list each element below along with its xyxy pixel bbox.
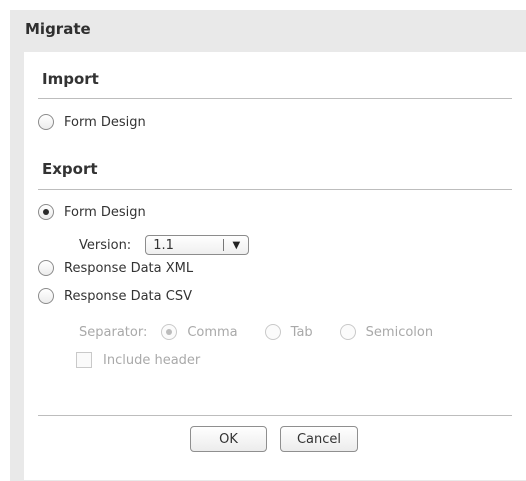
response-xml-label: Response Data XML: [64, 260, 194, 276]
footer-divider: [38, 415, 512, 416]
import-heading: Import: [42, 70, 99, 88]
separator-comma-label: Comma: [187, 324, 238, 340]
version-select-value: 1.1: [153, 237, 174, 253]
version-row: Version: 1.1 ▼: [79, 235, 250, 255]
export-form-design-radio[interactable]: [38, 204, 54, 220]
include-header-option[interactable]: Include header: [76, 352, 200, 368]
include-header-label: Include header: [103, 352, 201, 368]
export-form-design-option[interactable]: Form Design: [38, 204, 146, 220]
response-csv-radio[interactable]: [38, 288, 54, 304]
ok-button[interactable]: OK: [190, 426, 267, 452]
response-csv-label: Response Data CSV: [64, 288, 192, 304]
dialog-content: Import Form Design Export Form Design Ve…: [24, 52, 526, 480]
response-xml-radio[interactable]: [38, 260, 54, 276]
response-csv-option[interactable]: Response Data CSV: [38, 288, 192, 304]
cancel-button[interactable]: Cancel: [280, 426, 358, 452]
export-form-design-label: Form Design: [64, 204, 146, 220]
import-divider: [38, 98, 512, 99]
separator-semicolon-label: Semicolon: [365, 324, 434, 340]
separator-semicolon-radio[interactable]: [339, 324, 356, 340]
import-form-design-option[interactable]: Form Design: [38, 114, 146, 130]
migrate-dialog: Migrate Import Form Design Export Form D…: [10, 10, 526, 481]
dialog-title: Migrate: [25, 20, 91, 38]
dropdown-arrow-icon[interactable]: ▼: [232, 240, 240, 251]
select-divider: [223, 239, 225, 251]
separator-tab-radio[interactable]: [264, 324, 281, 340]
export-divider: [38, 189, 512, 190]
separator-comma-radio[interactable]: [161, 324, 178, 340]
version-select[interactable]: 1.1 ▼: [145, 235, 250, 255]
separator-label: Separator:: [79, 324, 148, 340]
export-heading: Export: [42, 160, 98, 178]
response-xml-option[interactable]: Response Data XML: [38, 260, 193, 276]
version-label: Version:: [79, 237, 132, 253]
separator-tab-label: Tab: [290, 324, 313, 340]
import-form-design-label: Form Design: [64, 114, 146, 130]
include-header-checkbox[interactable]: [76, 352, 92, 368]
separator-row: Separator: Comma Tab Semicolon: [79, 324, 433, 340]
import-form-design-radio[interactable]: [38, 114, 54, 130]
